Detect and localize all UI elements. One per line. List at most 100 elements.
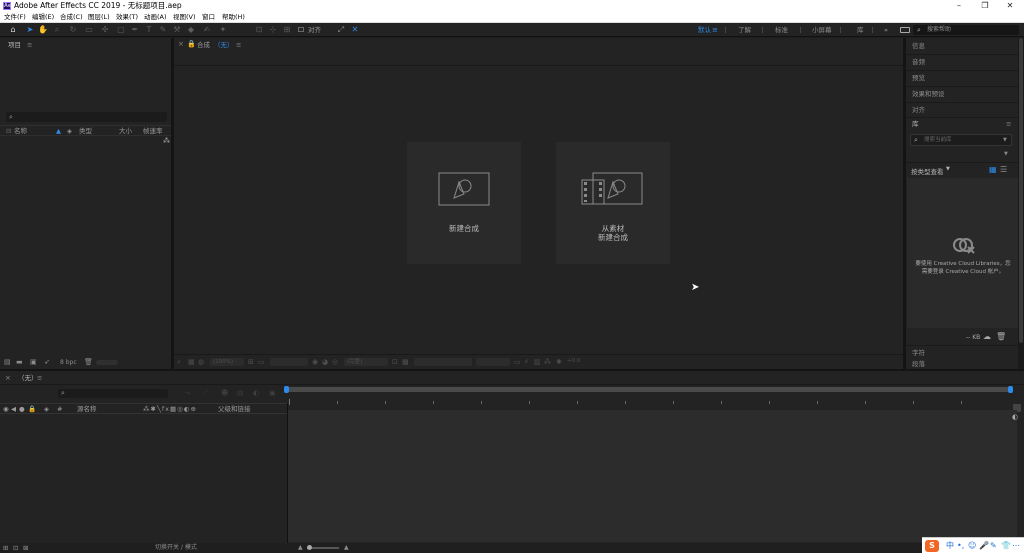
zoom-in-icon[interactable]: ▲ [344,543,349,553]
transparency-grid-icon[interactable]: ▩ [402,358,409,366]
menu-view[interactable]: 视图(V) [173,12,196,23]
parent-link-column[interactable]: 父级和链接 [218,405,251,413]
view-layout-dropdown[interactable] [476,358,510,366]
render-queue-icon[interactable]: ➶ [44,358,50,366]
resolution-dropdown[interactable]: (完整) [344,358,388,366]
ime-punctuation-icon[interactable]: •, [957,540,964,552]
panel-close-icon[interactable]: × [5,373,11,383]
snap-options-icon[interactable]: ⤢ [336,25,346,35]
trash-icon[interactable]: 🗑 [84,358,93,366]
menu-composition[interactable]: 合成(C) [60,12,83,23]
bpc-label[interactable]: 8 bpc [60,359,77,366]
region-icon[interactable]: ▭ [258,358,265,366]
timeline-tab-label[interactable]: （无） [18,373,38,383]
time-ruler[interactable] [287,397,1017,405]
timeline-search-input[interactable]: ⌕ [58,389,168,398]
view-by-type-dropdown[interactable]: 按类型查看 [911,166,944,176]
hide-shy-layers-icon[interactable]: ☻ [221,389,228,397]
sync-settings-icon[interactable] [900,27,910,33]
menu-edit[interactable]: 编辑(E) [32,12,54,23]
camera-view-dropdown[interactable] [414,358,472,366]
world-axis-icon[interactable]: ⊹ [268,25,278,35]
clone-stamp-tool-icon[interactable]: ⚒ [172,25,182,35]
list-view-icon[interactable]: ☰ [1000,165,1007,174]
menu-window[interactable]: 窗口 [202,12,215,23]
exposure-icon[interactable]: ✺ [556,358,562,366]
mask-visibility-icon[interactable]: ▦ [188,358,195,366]
column-type[interactable]: 类型 [79,127,92,135]
rotate-tool-icon[interactable]: ↻ [68,25,78,35]
eraser-tool-icon[interactable]: ◆ [186,25,196,35]
library-search-input[interactable]: ⌕ 搜索当前库 ▼ [910,134,1012,146]
flowchart-icon[interactable]: ⁂ [163,137,170,145]
info-panel-tab[interactable]: 信息 [912,38,925,54]
close-icon[interactable]: ✕ [998,0,1022,12]
menu-effect[interactable]: 效果(T) [116,12,138,23]
roto-brush-tool-icon[interactable]: ✍ [202,25,212,35]
timeline-menu-icon[interactable]: ≡ [37,373,42,383]
grid-view-icon[interactable]: ▦ [989,165,997,174]
project-search-input[interactable]: ⌕ [6,112,167,122]
timeline-zoom-slider[interactable] [307,545,339,550]
in-out-toggle-icon[interactable]: ⊠ [23,543,28,553]
draft-3d-icon[interactable]: ⟋ [203,389,208,398]
snap-expand-icon[interactable]: ✕ [350,25,360,35]
pan-behind-tool-icon[interactable]: ✣ [100,25,110,35]
color-channel-icon[interactable]: ◎ [332,358,338,366]
minimize-icon[interactable]: – [947,0,971,12]
magnification-icon[interactable]: ⌕ [177,358,181,367]
libraries-panel-title[interactable]: 库 [912,119,919,129]
trash-icon[interactable]: 🗑 [996,332,1006,341]
toggle-switches-modes[interactable]: 切换开关 / 模式 [155,543,197,553]
zoom-out-icon[interactable]: ▲ [298,543,303,553]
chevron-down-icon[interactable]: ▼ [946,166,950,172]
fast-preview-icon[interactable]: ⚡ [524,358,529,366]
sort-up-icon[interactable]: ▲ [56,127,61,135]
right-scrollbar[interactable] [1018,38,1024,369]
menu-layer[interactable]: 图层(L) [88,12,110,23]
always-preview-icon[interactable]: ◍ [198,358,204,366]
view-axis-icon[interactable]: ⊞ [282,25,292,35]
maximize-icon[interactable]: ❐ [973,0,997,12]
pixel-aspect-icon[interactable]: ▭ [514,358,521,366]
frame-blending-icon[interactable]: ▤ [237,389,244,397]
menu-animation[interactable]: 动画(A) [144,12,167,23]
comp-flowchart-icon[interactable]: ⁂ [544,358,551,366]
comp-panel-menu-icon[interactable]: ≡ [236,40,241,50]
work-area-bar[interactable] [287,387,1011,392]
graph-editor-icon[interactable]: ▣ [269,389,276,397]
work-area-start-handle[interactable] [284,386,289,393]
lock-icon[interactable]: 🔒 [187,39,196,49]
thumbnail-scroll[interactable] [96,360,118,365]
show-snapshot-icon[interactable]: ◕ [322,358,328,366]
audio-panel-tab[interactable]: 音频 [912,54,925,70]
menu-help[interactable]: 帮助(H) [222,12,245,23]
ime-chinese-mode-icon[interactable]: 中 [946,540,954,552]
ime-emoji-icon[interactable]: ☺ [968,540,976,552]
workspace-standard[interactable]: 标准 [775,24,788,36]
ime-more-icon[interactable]: ⋯ [1012,540,1020,552]
column-name[interactable]: 名称 [14,127,27,135]
menu-file[interactable]: 文件(F) [4,12,26,23]
effects-presets-panel-tab[interactable]: 效果和预设 [912,86,945,102]
zoom-dropdown[interactable]: (100%) [210,358,244,366]
selection-tool-icon[interactable]: ➤ [25,25,35,35]
local-axis-icon[interactable]: ⊡ [254,25,264,35]
workspace-menu-icon[interactable]: ≡ [712,24,718,36]
libraries-menu-icon[interactable]: ≡ [1006,119,1011,129]
sogou-ime-logo-icon[interactable]: S [925,540,939,552]
ime-skin-icon[interactable]: 👕 [1001,540,1011,552]
timecode-field[interactable] [270,358,308,366]
project-panel-title[interactable]: 项目 [8,40,21,50]
comp-mini-flowchart-icon[interactable]: ⤳ [185,389,191,398]
interpret-footage-icon[interactable]: ▤ [4,358,11,366]
source-name-column[interactable]: 源名称 [77,405,97,413]
project-panel-menu-icon[interactable]: ≡ [27,40,32,50]
workspace-default[interactable]: 默认 [698,24,711,36]
type-tool-icon[interactable]: T [144,25,154,35]
layer-switches-toggle-icon[interactable]: ⊞ [3,543,8,553]
puppet-tool-icon[interactable]: ✦ [218,25,228,35]
new-composition-icon[interactable]: ▣ [30,358,37,366]
preview-panel-tab[interactable]: 预览 [912,70,925,86]
workspace-small-screen[interactable]: 小屏幕 [812,24,832,36]
